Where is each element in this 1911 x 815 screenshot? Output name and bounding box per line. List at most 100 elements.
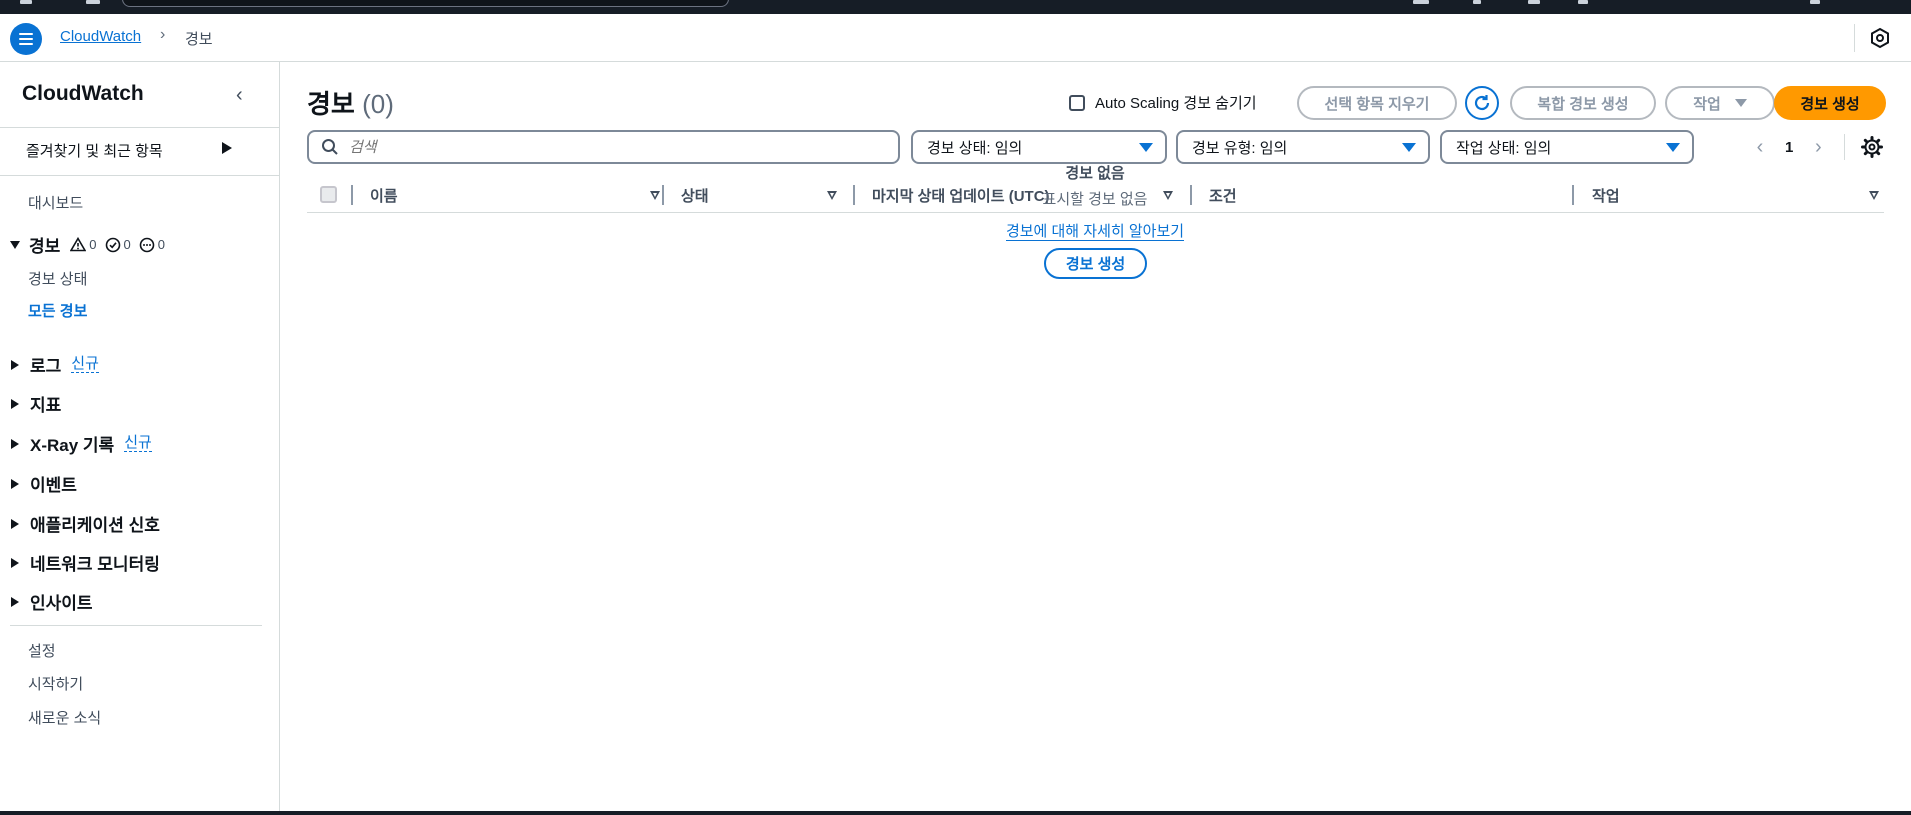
cloudshell-icon-fragment xyxy=(1413,0,1429,4)
alarm-type-filter[interactable]: 경보 유형: 임의 xyxy=(1176,130,1430,164)
sidebar-item-all-alarms[interactable]: 모든 경보 xyxy=(28,300,87,321)
sidebar-section-metrics[interactable]: 지표 xyxy=(10,391,61,416)
notifications-icon-fragment xyxy=(1473,0,1481,4)
panel-toggle-icon[interactable] xyxy=(1869,27,1891,49)
pagination: ‹ 1 › xyxy=(1751,132,1827,162)
column-resizer[interactable] xyxy=(853,185,855,205)
create-alarm-button[interactable]: 경보 생성 xyxy=(1774,86,1886,120)
column-resizer[interactable] xyxy=(351,185,353,205)
actions-dropdown-button[interactable]: 작업 xyxy=(1665,86,1775,120)
divider xyxy=(0,127,280,128)
sidebar-section-logs[interactable]: 로그 신규 xyxy=(10,352,99,377)
empty-state-subtitle: 표시할 경보 없음 xyxy=(1042,191,1148,208)
sidebar-item-getting-started[interactable]: 시작하기 xyxy=(28,673,83,694)
sidebar-item-alarm-state[interactable]: 경보 상태 xyxy=(28,268,87,289)
alarm-state-filter[interactable]: 경보 상태: 임의 xyxy=(911,130,1167,164)
create-composite-alarm-button[interactable]: 복합 경보 생성 xyxy=(1510,86,1656,120)
column-header-name[interactable]: 이름 xyxy=(370,185,398,206)
caret-right-icon xyxy=(11,398,19,409)
action-state-filter-label: 작업 상태: 임의 xyxy=(1456,139,1552,157)
settings-icon-fragment xyxy=(1578,0,1588,4)
column-resizer[interactable] xyxy=(1572,185,1574,205)
sidebar-item-whats-new[interactable]: 새로운 소식 xyxy=(28,707,101,728)
hide-autoscaling-toggle[interactable]: Auto Scaling 경보 숨기기 xyxy=(1069,92,1257,113)
divider xyxy=(10,625,262,626)
column-header-actions[interactable]: 작업 xyxy=(1592,185,1620,206)
actions-label: 작업 xyxy=(1693,95,1721,113)
ok-check-icon xyxy=(105,237,120,252)
sidebar-section-application-signals[interactable]: 애플리케이션 신호 xyxy=(10,511,160,536)
search-field[interactable] xyxy=(307,130,900,164)
caret-right-icon xyxy=(11,438,19,449)
caret-right-icon xyxy=(11,518,19,529)
sidebar-item-dashboard[interactable]: 대시보드 xyxy=(28,192,83,213)
divider xyxy=(0,175,280,176)
sidebar-section-label: X-Ray 기록 xyxy=(30,436,115,455)
breadcrumb-chevron-icon: › xyxy=(160,26,166,43)
refresh-icon xyxy=(1474,95,1490,111)
sort-icon[interactable] xyxy=(1869,191,1879,200)
hide-autoscaling-checkbox[interactable] xyxy=(1069,94,1085,111)
caret-down-icon xyxy=(1734,99,1747,107)
refresh-button[interactable] xyxy=(1465,86,1499,120)
alarm-total-count: (0) xyxy=(362,89,394,119)
learn-more-link[interactable]: 경보에 대해 자세히 알아보기 xyxy=(945,220,1245,241)
action-state-filter[interactable]: 작업 상태: 임의 xyxy=(1440,130,1694,164)
aws-logo-fragment xyxy=(20,0,32,4)
top-nav-bar xyxy=(0,0,1911,14)
new-badge[interactable]: 신규 xyxy=(124,435,152,452)
caret-down-icon xyxy=(1402,143,1416,152)
sidebar-section-xray[interactable]: X-Ray 기록 신규 xyxy=(10,431,152,456)
insufficient-data-icon xyxy=(139,237,155,252)
caret-right-icon xyxy=(11,596,19,607)
sidebar-title: CloudWatch xyxy=(22,82,144,105)
page-title: 경보 (0) xyxy=(307,84,394,121)
global-search-fragment[interactable] xyxy=(122,0,729,7)
divider xyxy=(1854,24,1855,52)
account-menu-fragment xyxy=(1810,0,1820,4)
alarm-state-filter-label: 경보 상태: 임의 xyxy=(927,139,1023,157)
divider xyxy=(1844,134,1845,160)
new-badge[interactable]: 신규 xyxy=(71,356,99,373)
sidebar-section-insights[interactable]: 인사이트 xyxy=(10,589,93,614)
next-page-chevron-icon[interactable]: › xyxy=(1809,136,1827,159)
sort-icon[interactable] xyxy=(827,191,837,200)
clear-selection-button[interactable]: 선택 항목 지우기 xyxy=(1297,86,1457,120)
gear-icon[interactable] xyxy=(1861,136,1883,158)
sidebar-item-settings[interactable]: 설정 xyxy=(28,640,56,661)
help-menu-icon-fragment xyxy=(1528,0,1540,4)
sidebar-section-label: 로그 xyxy=(30,357,62,376)
sidebar-close-chevron-icon[interactable]: ‹ xyxy=(236,84,243,107)
insufficient-count: 0 xyxy=(157,237,165,252)
column-header-state[interactable]: 상태 xyxy=(681,185,709,206)
sidebar-favorites[interactable]: 즐겨찾기 및 최근 항목 xyxy=(26,140,163,161)
ok-count: 0 xyxy=(123,237,131,252)
sidebar-section-label: 애플리케이션 신호 xyxy=(30,516,160,535)
sidebar-section-label: 이벤트 xyxy=(30,476,77,495)
search-input[interactable] xyxy=(349,138,889,156)
current-page-number[interactable]: 1 xyxy=(1785,139,1793,156)
alarm-type-filter-label: 경보 유형: 임의 xyxy=(1192,139,1288,157)
sidebar-section-network-monitoring[interactable]: 네트워크 모니터링 xyxy=(10,550,160,575)
bottom-bar xyxy=(0,811,1911,815)
sidebar-section-events[interactable]: 이벤트 xyxy=(10,471,77,496)
select-all-checkbox[interactable] xyxy=(320,186,337,203)
sidebar-section-alarms[interactable]: 경보 0 0 0 xyxy=(10,232,173,257)
caret-down-icon xyxy=(10,240,20,249)
warning-icon xyxy=(70,237,87,252)
caret-right-icon xyxy=(11,557,19,568)
sort-icon[interactable] xyxy=(650,191,660,200)
previous-page-chevron-icon[interactable]: ‹ xyxy=(1751,136,1769,159)
alarm-count: 0 xyxy=(89,237,97,252)
learn-more-link-text[interactable]: 경보에 대해 자세히 알아보기 xyxy=(1005,223,1185,241)
caret-down-icon xyxy=(1139,143,1153,152)
empty-state-title: 경보 없음 xyxy=(1065,165,1125,182)
menu-button[interactable] xyxy=(10,23,42,55)
sidebar-section-label: 네트워크 모니터링 xyxy=(30,555,160,574)
sidebar-nav: CloudWatch ‹ 즐겨찾기 및 최근 항목 대시보드 경보 0 0 0 … xyxy=(0,62,280,815)
column-resizer[interactable] xyxy=(662,185,664,205)
caret-right-icon[interactable] xyxy=(222,142,232,154)
breadcrumb-bar: CloudWatch › 경보 xyxy=(0,14,1911,62)
breadcrumb-cloudwatch-link[interactable]: CloudWatch xyxy=(60,28,141,45)
empty-create-alarm-button[interactable]: 경보 생성 xyxy=(1044,248,1147,279)
